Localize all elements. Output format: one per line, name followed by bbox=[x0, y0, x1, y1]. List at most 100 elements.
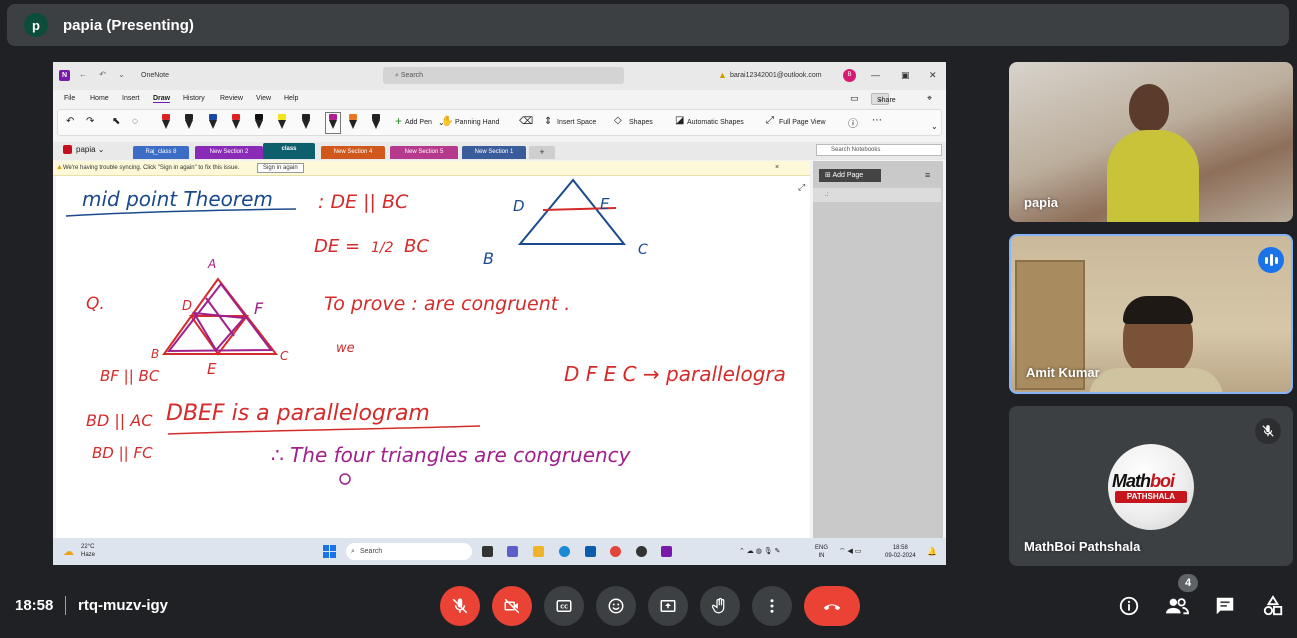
account-avatar[interactable]: B bbox=[843, 69, 856, 82]
automatic-shapes-icon[interactable]: ◪ bbox=[675, 115, 684, 126]
search-notebooks-input[interactable]: Search Notebooks bbox=[816, 144, 942, 156]
store-icon[interactable] bbox=[585, 546, 596, 557]
shapes-icon[interactable]: ◇ bbox=[614, 115, 622, 126]
ribbon-collapse-icon[interactable]: ⌄ bbox=[931, 122, 938, 131]
pen-red-2[interactable] bbox=[232, 114, 240, 130]
share-button[interactable]: Share ⌄ bbox=[871, 93, 896, 105]
meeting-info-button[interactable] bbox=[1116, 593, 1142, 619]
page-item[interactable]: .: bbox=[813, 188, 941, 202]
tab-new-section-1[interactable]: New Section 1 bbox=[462, 146, 526, 159]
mic-toggle-button[interactable] bbox=[440, 586, 480, 626]
activities-button[interactable] bbox=[1260, 593, 1286, 619]
taskbar-search[interactable]: ⌕ Search bbox=[346, 543, 472, 560]
restore-icon[interactable]: ▣ bbox=[901, 70, 910, 81]
menu-view[interactable]: View bbox=[256, 95, 271, 102]
help-icon[interactable]: ⓘ bbox=[848, 115, 858, 130]
highlighter-yellow[interactable] bbox=[278, 114, 286, 130]
leave-call-button[interactable] bbox=[804, 586, 860, 626]
menu-help[interactable]: Help bbox=[284, 95, 298, 102]
tab-class[interactable]: class bbox=[263, 143, 315, 159]
notes-icon[interactable]: ▭ bbox=[850, 93, 859, 104]
lasso-icon[interactable]: ◌ bbox=[132, 116, 138, 127]
insert-space-button[interactable]: Insert Space bbox=[557, 119, 596, 126]
pen-dark[interactable] bbox=[255, 114, 263, 130]
taskbar-clock[interactable]: 18:58 09-02-2024 bbox=[885, 544, 916, 560]
account-email[interactable]: barai12342001@outlook.com bbox=[730, 72, 822, 79]
file-explorer-icon[interactable] bbox=[533, 546, 544, 557]
title-search-box[interactable]: ⌕ Search bbox=[383, 67, 624, 84]
minimize-icon[interactable]: — bbox=[871, 70, 880, 80]
pen-purple-selected[interactable] bbox=[325, 112, 341, 134]
menu-draw[interactable]: Draw bbox=[153, 95, 171, 103]
weather-widget[interactable]: 22°C Haze bbox=[81, 543, 95, 559]
menu-history[interactable]: History bbox=[183, 95, 205, 102]
network-volume-battery-icons[interactable]: ⌔ ◀ ▭ bbox=[839, 547, 861, 556]
people-button[interactable] bbox=[1164, 593, 1190, 619]
add-section-button[interactable]: + bbox=[529, 146, 555, 159]
tab-raj-class-8[interactable]: Raj_class 8 bbox=[133, 146, 189, 159]
present-button[interactable] bbox=[648, 586, 688, 626]
edge-icon[interactable] bbox=[559, 546, 570, 557]
task-view-icon[interactable] bbox=[482, 546, 493, 557]
tab-new-section-5[interactable]: New Section 5 bbox=[390, 146, 458, 159]
captions-button[interactable]: CC bbox=[544, 586, 584, 626]
tab-new-section-2[interactable]: New Section 2 bbox=[195, 146, 263, 159]
select-icon[interactable]: ⬉ bbox=[112, 116, 120, 127]
menu-review[interactable]: Review bbox=[220, 95, 243, 102]
close-icon[interactable]: ✕ bbox=[929, 70, 937, 81]
dell-icon[interactable] bbox=[636, 546, 647, 557]
mathboi-logo: Mathboi PATHSHALA bbox=[1108, 444, 1194, 530]
participant-tile-papia[interactable]: papia bbox=[1009, 62, 1293, 222]
menu-file[interactable]: File bbox=[64, 95, 75, 102]
ink-scribble bbox=[339, 473, 351, 485]
sort-pages-icon[interactable]: ≡ bbox=[925, 170, 930, 180]
notebook-picker[interactable]: papia ⌄ bbox=[63, 145, 105, 155]
shapes-button[interactable]: Shapes bbox=[629, 119, 653, 126]
redo-icon[interactable]: ↷ bbox=[86, 116, 94, 127]
insert-space-icon[interactable]: ⇕ bbox=[544, 116, 552, 127]
pen-red[interactable] bbox=[162, 114, 170, 130]
info-close-icon[interactable]: × bbox=[775, 164, 779, 171]
panning-hand-button[interactable]: Panning Hand bbox=[455, 119, 499, 126]
panning-hand-icon[interactable]: ✋ bbox=[441, 116, 453, 127]
expand-icon[interactable]: ⤢ bbox=[798, 182, 805, 193]
reactions-button[interactable] bbox=[596, 586, 636, 626]
chrome-icon[interactable] bbox=[610, 546, 621, 557]
add-page-label: Add Page bbox=[832, 172, 864, 179]
pen-orange[interactable] bbox=[349, 114, 357, 130]
participant-tile-mathboi[interactable]: Mathboi PATHSHALA MathBoi Pathshala bbox=[1009, 406, 1293, 566]
participant-head bbox=[1129, 84, 1169, 132]
sync-warning-icon[interactable]: ▲ bbox=[718, 70, 727, 80]
undo-icon[interactable]: ↶ bbox=[66, 116, 74, 127]
tray-icons[interactable]: ⌃ ☁ ◍ 🎙 ✎ bbox=[739, 547, 781, 555]
onenote-taskbar-icon[interactable] bbox=[661, 546, 672, 557]
pen-black-3[interactable] bbox=[372, 114, 380, 130]
participant-tile-amit-kumar[interactable]: Amit Kumar bbox=[1009, 234, 1293, 394]
add-pen-button[interactable]: Add Pen bbox=[405, 119, 432, 126]
start-button-icon[interactable] bbox=[323, 545, 336, 558]
pen-black[interactable] bbox=[185, 114, 193, 130]
notifications-icon[interactable]: 🔔 bbox=[927, 547, 937, 556]
language-indicator[interactable]: ENG IN bbox=[815, 544, 828, 560]
add-page-button[interactable]: ⊞ Add Page bbox=[819, 169, 881, 182]
chat-button[interactable] bbox=[1212, 593, 1238, 619]
menu-insert[interactable]: Insert bbox=[122, 95, 140, 102]
menu-home[interactable]: Home bbox=[90, 95, 109, 102]
pen-blue[interactable] bbox=[209, 114, 217, 130]
add-pen-plus-icon[interactable]: + bbox=[395, 114, 402, 128]
eraser-icon[interactable]: ⌫ bbox=[519, 116, 533, 127]
quick-access-icons[interactable]: ← ↶ ⌄ bbox=[79, 70, 130, 79]
tab-new-section-4[interactable]: New Section 4 bbox=[321, 146, 385, 159]
camera-toggle-button[interactable] bbox=[492, 586, 532, 626]
teams-icon[interactable] bbox=[507, 546, 518, 557]
full-page-view-icon[interactable]: ⤢ bbox=[766, 115, 774, 126]
feedback-icon[interactable]: ⌖ bbox=[927, 93, 932, 104]
full-page-view-button[interactable]: Full Page View bbox=[779, 119, 826, 126]
automatic-shapes-button[interactable]: Automatic Shapes bbox=[687, 119, 744, 126]
sign-in-again-button[interactable]: Sign in again bbox=[257, 163, 304, 173]
note-canvas[interactable]: mid point Theorem : DE || BC DE = 1/2 BC… bbox=[56, 176, 810, 538]
speaking-indicator-icon bbox=[1258, 247, 1284, 273]
more-icon[interactable]: ⋯ bbox=[872, 115, 882, 126]
raise-hand-button[interactable] bbox=[700, 586, 740, 626]
more-options-button[interactable] bbox=[752, 586, 792, 626]
